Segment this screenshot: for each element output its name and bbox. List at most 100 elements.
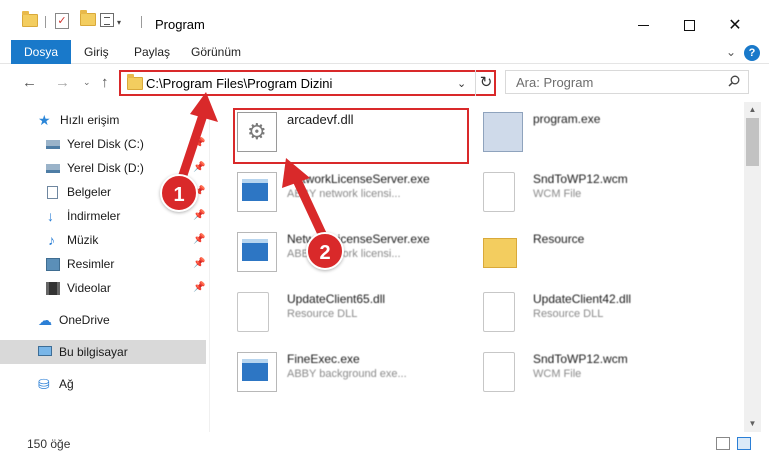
address-dropdown-icon[interactable]: ⌄: [457, 77, 466, 90]
file-description: Resource DLL: [287, 308, 358, 320]
file-name: UpdateClient42.dll: [533, 292, 632, 306]
close-icon: ✕: [728, 17, 742, 34]
sidebar-item-label: Belgeler: [67, 185, 112, 199]
properties-check-icon[interactable]: ✓: [55, 13, 69, 29]
file-description: ABBY background exe...: [287, 368, 407, 380]
title-bar: ✓ ▾ Program ✕: [0, 0, 769, 40]
pin-icon: 📌: [193, 258, 206, 269]
toolbar-separator: [45, 16, 46, 28]
file-item[interactable]: SndToWP12.wcm WCM File: [483, 346, 723, 400]
file-item[interactable]: SndToWP12.wcm WCM File: [483, 166, 723, 220]
close-button[interactable]: ✕: [712, 10, 758, 40]
search-placeholder: Ara: Program: [516, 75, 594, 90]
sidebar-item-videos[interactable]: Videolar 📌: [0, 276, 210, 300]
star-icon: ★: [38, 112, 51, 128]
file-item[interactable]: program.exe: [483, 106, 723, 160]
file-name: FineExec.exe: [287, 352, 360, 366]
search-input[interactable]: Ara: Program: [505, 70, 749, 94]
tab-view[interactable]: Görünüm: [191, 40, 241, 64]
pictures-icon: [46, 258, 60, 271]
up-arrow-icon[interactable]: ↑: [101, 74, 109, 91]
new-folder-icon[interactable]: [80, 10, 96, 26]
program-exe-icon: [483, 112, 523, 152]
documents-icon: [47, 186, 58, 199]
maximize-icon: [683, 19, 695, 31]
sidebar-item-pictures[interactable]: Resimler 📌: [0, 252, 210, 276]
sidebar-item-label: Yerel Disk (D:): [67, 161, 144, 175]
step-2-badge: 2: [306, 232, 344, 270]
recent-locations-icon[interactable]: ⌄: [83, 77, 91, 88]
sidebar-item-onedrive[interactable]: ☁ OneDrive: [0, 308, 210, 332]
sidebar-item-label: Yerel Disk (C:): [67, 137, 144, 151]
sidebar-item-label: Hızlı erişim: [60, 113, 120, 127]
exe-file-icon: [237, 172, 277, 212]
scroll-up-icon[interactable]: ▲: [744, 102, 761, 118]
properties-icon[interactable]: [100, 13, 114, 27]
music-icon: ♪: [48, 232, 55, 248]
file-name: Resource: [533, 232, 585, 246]
tab-share[interactable]: Paylaş: [134, 40, 170, 64]
folder-icon: [127, 74, 143, 90]
file-item[interactable]: UpdateClient42.dll Resource DLL: [483, 286, 723, 340]
file-description: ABBY network licensi...: [287, 188, 401, 200]
tab-home[interactable]: Giriş: [84, 40, 109, 64]
pin-icon: 📌: [193, 210, 206, 221]
file-name: NetworkLicenseServer.exe: [287, 172, 430, 186]
wcm-file-icon: [483, 172, 515, 212]
folder-icon[interactable]: [22, 10, 38, 27]
sidebar-item-network[interactable]: ⛁ Ağ: [0, 372, 210, 396]
minimize-icon: [637, 24, 649, 26]
file-name: program.exe: [533, 112, 601, 126]
file-item[interactable]: NetworkLicenseServer.exe ABBY network li…: [237, 226, 477, 280]
disk-icon: [46, 140, 60, 149]
vertical-scrollbar[interactable]: ▲ ▼: [744, 102, 761, 432]
file-item[interactable]: FineExec.exe ABBY background exe...: [237, 346, 477, 400]
address-bar[interactable]: C:\Program Files\Program Dizini ⌄ ↻: [119, 70, 496, 96]
file-name: SndToWP12.wcm: [533, 352, 628, 366]
details-view-icon[interactable]: [716, 437, 730, 450]
minimize-button[interactable]: [620, 10, 666, 40]
sidebar-item-this-pc[interactable]: Bu bilgisayar: [0, 340, 206, 364]
sidebar-item-quick-access[interactable]: ★ Hızlı erişim: [0, 108, 210, 132]
file-description: WCM File: [533, 368, 582, 380]
sidebar-item-label: Ağ: [59, 377, 74, 391]
back-arrow-icon[interactable]: ←: [22, 74, 37, 91]
scrollbar-thumb[interactable]: [746, 118, 759, 166]
pin-icon: 📌: [193, 234, 206, 245]
file-name: SndToWP12.wcm: [533, 172, 628, 186]
sidebar-item-label: OneDrive: [59, 313, 110, 327]
maximize-button[interactable]: [666, 10, 712, 40]
address-path[interactable]: C:\Program Files\Program Dizini: [146, 76, 332, 91]
disk-icon: [46, 164, 60, 173]
window-title: Program: [155, 17, 205, 32]
wcm-file-icon: [483, 352, 515, 392]
navigation-pane: ★ Hızlı erişim Yerel Disk (C:) 📌 Yerel D…: [0, 102, 210, 432]
scroll-down-icon[interactable]: ▼: [744, 416, 761, 432]
sidebar-item-label: Bu bilgisayar: [59, 345, 128, 359]
tab-file[interactable]: Dosya: [11, 40, 71, 64]
file-item[interactable]: UpdateClient65.dll Resource DLL: [237, 286, 477, 340]
sidebar-item-music[interactable]: ♪ Müzik 📌: [0, 228, 210, 252]
refresh-icon[interactable]: ↻: [475, 70, 496, 96]
pin-icon: 📌: [193, 162, 206, 173]
customize-toolbar-dropdown[interactable]: ▾: [117, 18, 121, 27]
folder-icon: [483, 238, 517, 268]
download-icon: ↓: [47, 208, 54, 224]
file-item[interactable]: Resource: [483, 226, 723, 280]
videos-icon: [46, 282, 60, 295]
forward-arrow-icon[interactable]: →: [55, 74, 70, 91]
help-icon[interactable]: ?: [744, 45, 760, 61]
large-icons-view-icon[interactable]: [737, 437, 751, 450]
sidebar-item-disk-c[interactable]: Yerel Disk (C:) 📌: [0, 132, 210, 156]
ribbon: Dosya Giriş Paylaş Görünüm: [0, 40, 769, 64]
file-item[interactable]: NetworkLicenseServer.exe ABBY network li…: [237, 166, 477, 220]
file-description: Resource DLL: [533, 308, 604, 320]
sidebar-item-label: Videolar: [67, 281, 111, 295]
expand-ribbon-icon[interactable]: ⌄: [726, 45, 736, 59]
exe-file-icon: [237, 232, 277, 272]
sidebar-item-label: Müzik: [67, 233, 99, 247]
search-icon[interactable]: [728, 75, 740, 87]
status-bar: 150 öğe: [0, 432, 769, 467]
network-icon: ⛁: [38, 376, 50, 392]
cloud-icon: ☁: [38, 312, 52, 328]
